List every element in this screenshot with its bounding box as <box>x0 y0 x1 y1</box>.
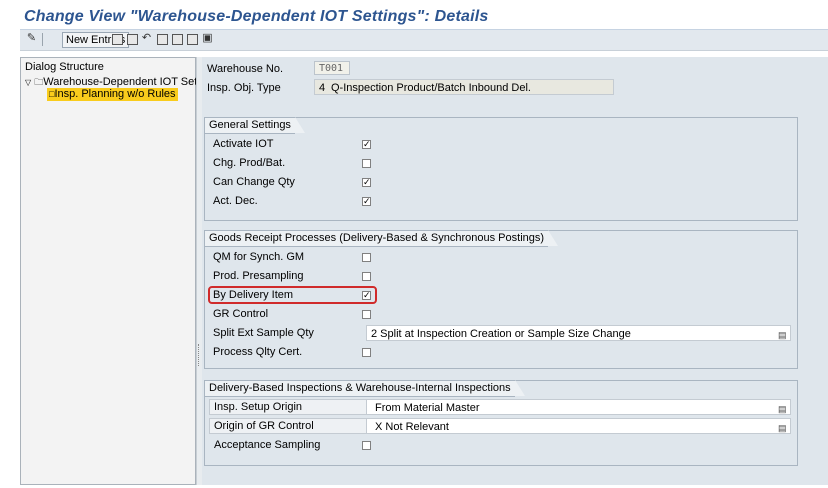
tree-node-root-label: Warehouse-Dependent IOT Set <box>43 76 198 88</box>
gr-control-checkbox[interactable] <box>362 310 371 319</box>
act-dec-checkbox[interactable]: ✓ <box>362 197 371 206</box>
warehouse-no-field: T001 <box>314 61 350 75</box>
print-icon[interactable]: ▣ <box>202 33 213 44</box>
qm-synch-gm-label: QM for Synch. GM <box>213 251 305 263</box>
warehouse-no-label: Warehouse No. <box>207 63 284 75</box>
gr-control-label: GR Control <box>213 308 269 320</box>
deselect-icon[interactable] <box>187 34 198 45</box>
split-ext-sample-qty-dropdown[interactable]: 2 Split at Inspection Creation or Sample… <box>366 325 791 341</box>
insp-setup-origin-label: Insp. Setup Origin <box>214 401 303 413</box>
prod-presampling-label: Prod. Presampling <box>213 270 304 282</box>
expand-triangle-icon[interactable]: ▽ <box>25 78 31 87</box>
display-change-icon[interactable]: ✎ <box>26 33 37 44</box>
dialog-structure-title: Dialog Structure <box>25 61 104 73</box>
origin-gr-control-dropdown[interactable]: X Not Relevant ▤ <box>366 418 791 434</box>
origin-gr-control-value: X Not Relevant <box>375 421 449 433</box>
application-toolbar: ✎ New Entries ↶ ▣ <box>20 30 828 51</box>
split-ext-sample-qty-value: 2 Split at Inspection Creation or Sample… <box>371 328 631 340</box>
annotation-highlight-box <box>208 286 377 304</box>
insp-obj-type-code: 4 <box>319 82 326 94</box>
goods-receipt-title: Goods Receipt Processes (Delivery-Based … <box>204 230 559 247</box>
insp-setup-origin-dropdown[interactable]: From Material Master ▤ <box>366 399 791 415</box>
tree-node-child-label: Insp. Planning w/o Rules <box>54 88 176 100</box>
delivery-based-title: Delivery-Based Inspections & Warehouse-I… <box>204 380 525 397</box>
insp-obj-type-field: 4 Q-Inspection Product/Batch Inbound Del… <box>314 79 614 95</box>
goods-receipt-group: Goods Receipt Processes (Delivery-Based … <box>204 230 798 369</box>
tree-node-child[interactable]: □Insp. Planning w/o Rules <box>47 88 178 101</box>
folder-open-icon: 🗀 <box>34 77 44 87</box>
value-help-icon[interactable]: ▤ <box>778 327 787 343</box>
acceptance-sampling-label: Acceptance Sampling <box>214 439 321 451</box>
qm-synch-gm-checkbox[interactable] <box>362 253 371 262</box>
can-change-qty-checkbox[interactable]: ✓ <box>362 178 371 187</box>
value-help-icon[interactable]: ▤ <box>778 420 787 436</box>
process-qlty-cert-checkbox[interactable] <box>362 348 371 357</box>
activate-iot-label: Activate IOT <box>213 138 274 150</box>
can-change-qty-label: Can Change Qty <box>213 176 295 188</box>
process-qlty-cert-label: Process Qlty Cert. <box>213 346 303 358</box>
details-pane: Warehouse No. T001 Insp. Obj. Type 4 Q-I… <box>202 57 828 485</box>
general-settings-group: General Settings Activate IOT ✓ Chg. Pro… <box>204 117 798 221</box>
window-title: Change View "Warehouse-Dependent IOT Set… <box>24 8 489 25</box>
act-dec-label: Act. Dec. <box>213 195 258 207</box>
splitter-grip[interactable] <box>198 344 201 366</box>
prod-presampling-checkbox[interactable] <box>362 272 371 281</box>
origin-gr-control-label: Origin of GR Control <box>214 420 314 432</box>
undo-icon[interactable]: ↶ <box>141 33 152 44</box>
acceptance-sampling-checkbox[interactable] <box>362 441 371 450</box>
select-all-icon[interactable] <box>157 34 168 45</box>
insp-setup-origin-value: From Material Master <box>375 402 480 414</box>
select-block-icon[interactable] <box>172 34 183 45</box>
insp-obj-type-label: Insp. Obj. Type <box>207 82 281 94</box>
general-settings-title: General Settings <box>204 117 305 134</box>
insp-obj-type-text: Q-Inspection Product/Batch Inbound Del. <box>331 82 531 94</box>
delivery-based-group: Delivery-Based Inspections & Warehouse-I… <box>204 380 798 466</box>
split-ext-sample-qty-label: Split Ext Sample Qty <box>213 327 314 339</box>
delete-icon[interactable] <box>127 34 138 45</box>
activate-iot-checkbox[interactable]: ✓ <box>362 140 371 149</box>
chg-prod-bat-checkbox[interactable] <box>362 159 371 168</box>
chg-prod-bat-label: Chg. Prod/Bat. <box>213 157 286 169</box>
toolbar-separator <box>42 33 43 46</box>
value-help-icon[interactable]: ▤ <box>778 401 787 417</box>
copy-icon[interactable] <box>112 34 123 45</box>
dialog-structure-pane: Dialog Structure ▽ 🗀Warehouse-Dependent … <box>20 57 198 485</box>
